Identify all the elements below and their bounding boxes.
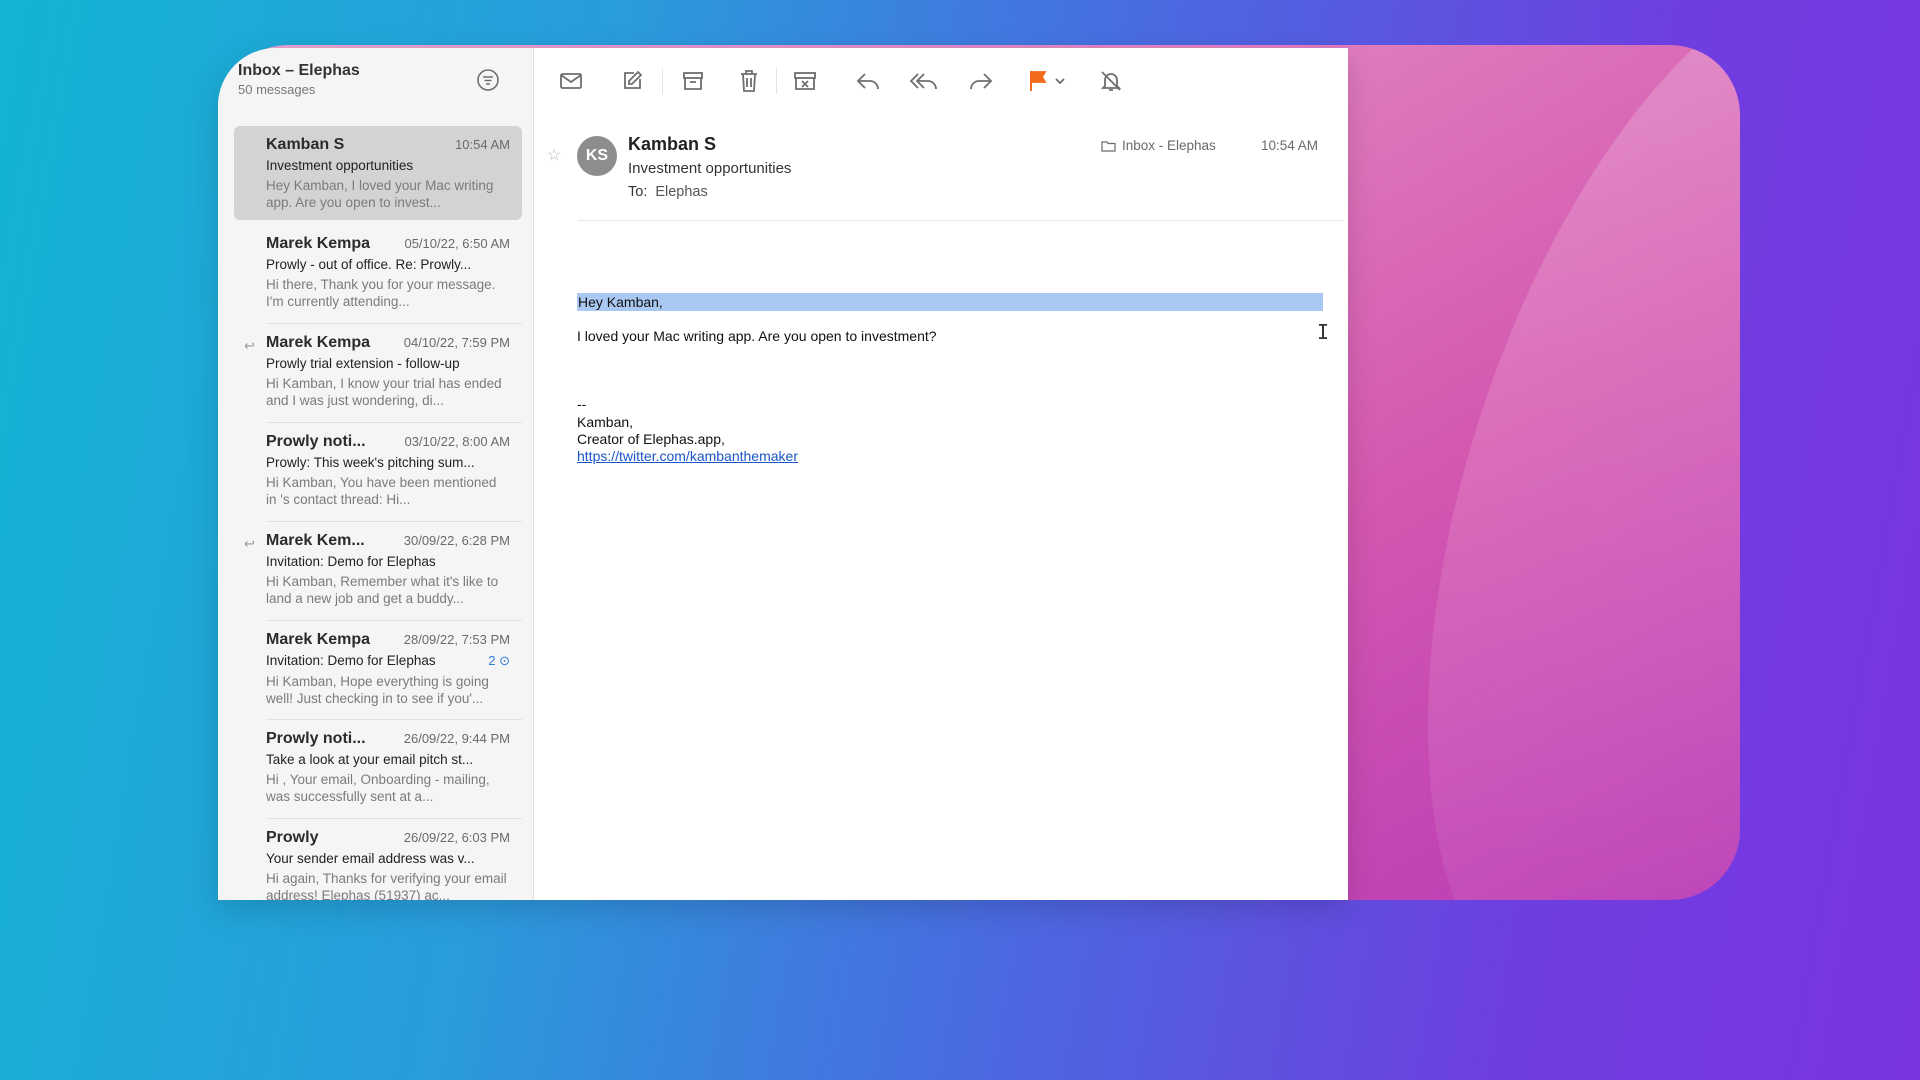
message-preview: Hi Kamban, Hope everything is going well… [266,674,489,706]
signature-name: Kamban, [577,414,634,430]
message-preview: Hi again, Thanks for verifying your emai… [266,871,507,900]
message-subject: Take a look at your email pitch st... [266,752,474,767]
message-list: Inbox – Elephas 50 messages Kamban S 10:5… [218,48,534,900]
to-value: Elephas [655,184,708,200]
message-time: 26/09/22, 6:03 PM [403,830,510,845]
message-preview: Hey Kamban, I loved your Mac writing app… [266,178,494,210]
list-item[interactable]: Prowly noti... 03/10/22, 8:00 AM Prowly: … [234,423,522,517]
message-sender: Marek Kempa [266,235,371,252]
mailbox-name: Inbox - Elephas [1122,138,1216,153]
replied-icon: ↩ [244,536,255,551]
star-icon[interactable]: ☆ [547,145,561,165]
message-sender: Marek Kempa [266,631,371,648]
message-count: 50 messages [238,82,316,97]
signature-title: Creator of Elephas.app, [577,431,725,447]
text-cursor-icon: I [1317,320,1330,344]
header-time: 10:54 AM [1261,138,1319,153]
header-recipient: To: Elephas [628,184,708,200]
replied-icon: ↩ [244,338,255,353]
reply-all-icon[interactable] [909,68,939,94]
message-sender: Kamban S [266,136,345,153]
folder-icon [1101,140,1116,152]
message-time: 10:54 AM [455,137,510,152]
message-subject: Prowly trial extension - follow-up [266,356,460,371]
message-preview: Hi Kamban, You have been mentioned in 's… [266,475,497,507]
list-header: Inbox – Elephas 50 messages [238,62,360,97]
thread-count: 2 [488,653,496,668]
message-view: ☆ KS Kamban S Investment opportunities T… [534,112,1348,900]
message-subject: Your sender email address was v... [266,851,475,866]
message-time: 28/09/22, 7:53 PM [403,632,510,647]
to-label: To: [628,184,648,200]
archive-icon[interactable] [678,68,708,94]
mailbox-title: Inbox – Elephas [238,62,360,79]
message-time: 26/09/22, 9:44 PM [403,731,510,746]
message-preview: Hi Kamban, I know your trial has ended a… [266,376,502,408]
signature-dash: -- [577,396,587,412]
message-sender: Marek Kem... [266,532,365,549]
avatar: KS [577,136,617,176]
message-subject: Invitation: Demo for Elephas 2 ⊙ [266,653,510,669]
message-subject-text: Invitation: Demo for Elephas [266,653,436,668]
toolbar-separator [662,68,663,94]
message-subject: Prowly - out of office. Re: Prowly... [266,257,472,272]
body-text[interactable]: I loved your Mac writing app. Are you op… [577,328,937,344]
header-divider [578,220,1343,221]
message-preview: Hi , Your email, Onboarding - mailing, w… [266,772,490,804]
envelope-icon[interactable] [556,68,586,94]
chevron-down-icon[interactable] [1050,68,1070,94]
message-time: 05/10/22, 6:50 AM [404,236,510,251]
header-sender: Kamban S [628,134,717,154]
message-sender: Marek Kempa [266,334,371,351]
header-mailbox[interactable]: Inbox - Elephas [1101,138,1216,153]
list-item[interactable]: Kamban S 10:54 AM Investment opportunitie… [234,126,522,220]
list-item[interactable]: Marek Kempa 28/09/22, 7:53 PM Invitation:… [234,621,522,715]
thread-count-badge[interactable]: 2 ⊙ [488,653,510,669]
toolbar [534,48,1348,112]
list-item[interactable]: Prowly noti... 26/09/22, 9:44 PM Take a l… [234,720,522,814]
header-subject: Investment opportunities [628,160,792,177]
body-greeting-selected[interactable]: Hey Kamban, [577,293,1323,311]
message-time: 03/10/22, 8:00 AM [404,434,510,449]
junk-icon[interactable] [790,68,820,94]
toolbar-separator [776,68,777,94]
forward-icon[interactable] [966,68,996,94]
list-item[interactable]: Marek Kempa 05/10/22, 6:50 AM Prowly - ou… [234,225,522,319]
message-sender: Prowly [266,829,319,846]
wallpaper-wave [1310,45,1740,900]
message-preview: Hi there, Thank you for your message. I'… [266,277,496,309]
trash-icon[interactable] [734,68,764,94]
reply-icon[interactable] [853,68,883,94]
message-subject: Invitation: Demo for Elephas [266,554,436,569]
flag-icon[interactable] [1023,68,1053,94]
filter-icon[interactable] [476,68,500,92]
mail-window: Inbox – Elephas 50 messages Kamban S 10:5… [218,48,1348,900]
message-preview: Hi Kamban, Remember what it's like to la… [266,574,499,606]
list-item[interactable]: ↩ Marek Kempa 04/10/22, 7:59 PM Prowly tr… [234,324,522,418]
message-sender: Prowly noti... [266,730,366,747]
message-time: 30/09/22, 6:28 PM [403,533,510,548]
message-subject: Prowly: This week's pitching sum... [266,455,475,470]
message-subject: Investment opportunities [266,158,414,173]
list-item[interactable]: Prowly 26/09/22, 6:03 PM Your sender emai… [234,819,522,900]
signature-link[interactable]: https://twitter.com/kambanthemaker [577,448,798,464]
mute-bell-icon[interactable] [1096,68,1126,94]
list-item[interactable]: ↩ Marek Kem... 30/09/22, 6:28 PM Invitati… [234,522,522,616]
compose-icon[interactable] [617,68,647,94]
message-sender: Prowly noti... [266,433,366,450]
thread-chevron-icon: ⊙ [499,653,510,668]
message-time: 04/10/22, 7:59 PM [403,335,510,350]
